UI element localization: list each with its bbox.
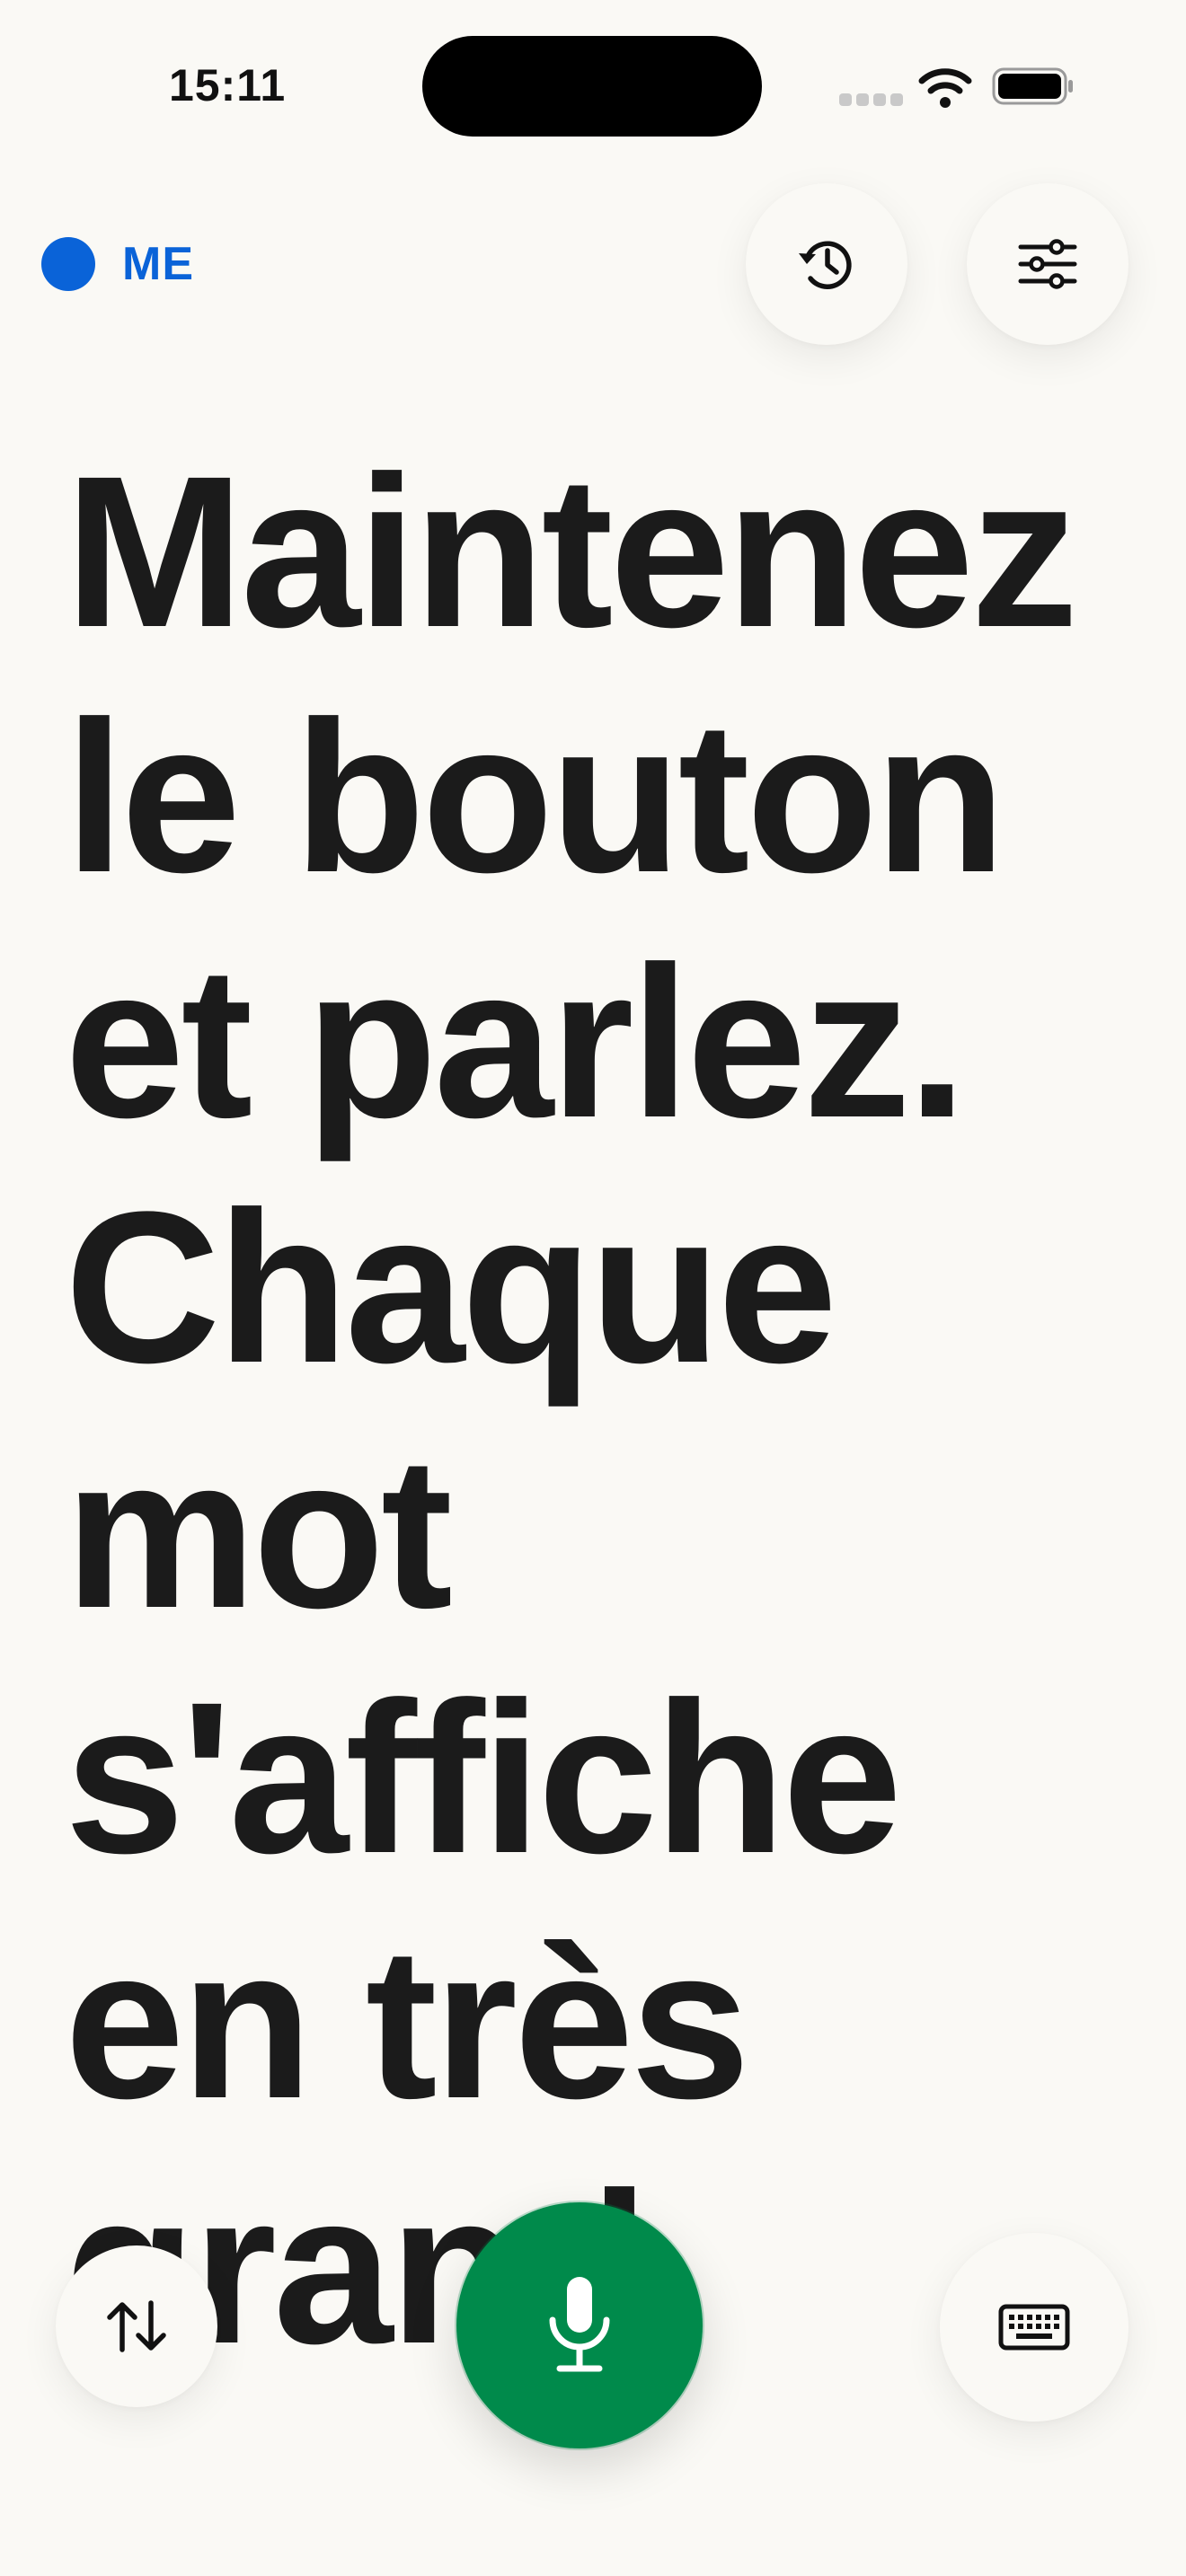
swap-arrows-icon	[107, 2300, 166, 2352]
language-indicator[interactable]: ME	[41, 235, 194, 293]
microphone-icon	[549, 2277, 610, 2372]
keyboard-button[interactable]	[940, 2233, 1128, 2422]
status-bar: 15:11	[0, 0, 1186, 180]
language-code: ME	[122, 238, 194, 290]
battery-icon	[992, 67, 1073, 105]
prompt-text: Maintenez le bouton et parlez. Chaque mo…	[65, 431, 1078, 2388]
language-dot	[41, 237, 95, 291]
dynamic-island	[422, 36, 762, 137]
history-button[interactable]	[746, 183, 907, 345]
cellular-dots-icon	[839, 93, 904, 106]
settings-button[interactable]	[967, 183, 1128, 345]
status-time: 15:11	[169, 60, 287, 110]
swap-languages-button[interactable]	[56, 2245, 217, 2407]
keyboard-icon	[998, 2304, 1070, 2351]
wifi-icon	[918, 68, 972, 108]
microphone-button[interactable]	[456, 2202, 703, 2448]
history-icon	[799, 241, 852, 289]
sliders-icon	[1018, 239, 1077, 289]
